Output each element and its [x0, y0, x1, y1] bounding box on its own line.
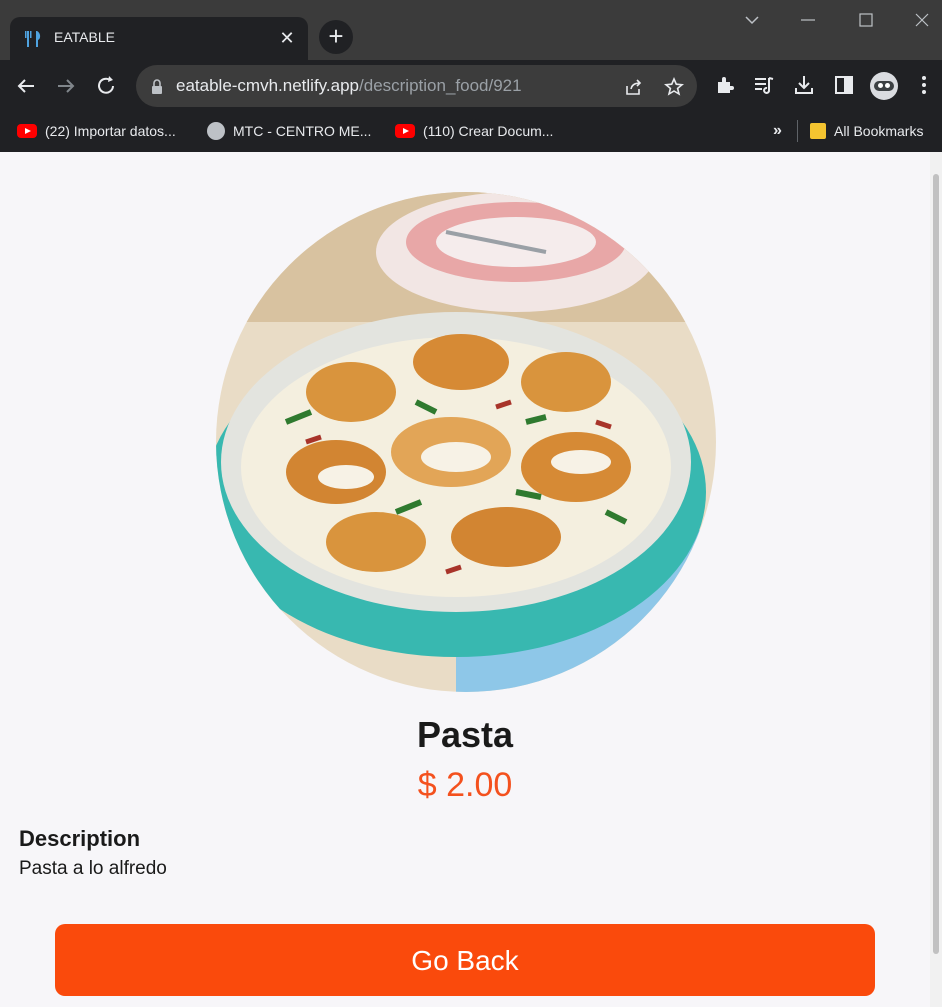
- url-path: /description_food/921: [359, 76, 522, 95]
- bookmark-label: MTC - CENTRO ME...: [233, 123, 372, 139]
- forward-arrow-icon[interactable]: [52, 72, 80, 100]
- all-bookmarks-button[interactable]: All Bookmarks: [810, 121, 923, 141]
- scrollbar[interactable]: [930, 152, 942, 1007]
- bookmarks-bar: (22) Importar datos... MTC - CENTRO ME..…: [0, 112, 942, 150]
- tab-eatable[interactable]: EATABLE ✕: [10, 17, 308, 60]
- tab-title: EATABLE: [54, 29, 115, 45]
- description-text: Pasta a lo alfredo: [19, 858, 167, 879]
- food-price: $ 2.00: [417, 766, 513, 804]
- tab-search-icon[interactable]: [738, 8, 766, 32]
- globe-icon: [207, 122, 225, 140]
- bookmark-label: (110) Crear Docum...: [423, 123, 554, 139]
- fork-knife-icon: [25, 31, 41, 47]
- bookmark-item[interactable]: (110) Crear Docum...: [395, 121, 553, 141]
- pasta-dish-illustration: [216, 192, 716, 692]
- url-host: eatable-cmvh.netlify.app: [176, 76, 360, 95]
- close-window-icon[interactable]: [908, 8, 936, 32]
- bookmarks-divider: [797, 120, 798, 142]
- share-icon[interactable]: [623, 76, 645, 98]
- new-tab-button[interactable]: +: [319, 20, 353, 54]
- back-arrow-icon[interactable]: [12, 72, 40, 100]
- profile-avatar[interactable]: [870, 72, 898, 100]
- download-icon[interactable]: [792, 73, 816, 97]
- youtube-icon: [395, 124, 415, 138]
- bookmark-item[interactable]: (22) Importar datos...: [17, 121, 176, 141]
- extensions-icon[interactable]: [713, 73, 737, 97]
- browser-chrome: EATABLE ✕ + eatable-cmvh.netlify.app/des…: [0, 0, 942, 152]
- all-bookmarks-label: All Bookmarks: [834, 123, 924, 139]
- maximize-icon[interactable]: [852, 8, 880, 32]
- food-image: [216, 192, 716, 692]
- menu-kebab-icon[interactable]: [912, 73, 936, 97]
- lock-icon[interactable]: [146, 76, 168, 98]
- youtube-icon: [17, 124, 37, 138]
- more-bookmarks-button[interactable]: »: [773, 121, 782, 141]
- bookmark-label: (22) Importar datos...: [45, 123, 176, 139]
- page-content: Pasta $ 2.00 Description Pasta a lo alfr…: [0, 152, 930, 1007]
- url-text: eatable-cmvh.netlify.app/description_foo…: [176, 76, 522, 96]
- media-playlist-icon[interactable]: [752, 73, 776, 97]
- folder-icon: [810, 123, 826, 139]
- reload-icon[interactable]: [92, 72, 120, 100]
- address-bar[interactable]: eatable-cmvh.netlify.app/description_foo…: [136, 65, 697, 107]
- food-name: Pasta: [416, 714, 514, 755]
- close-tab-icon[interactable]: ✕: [276, 27, 298, 49]
- minimize-icon[interactable]: [794, 8, 822, 32]
- side-panel-icon[interactable]: [832, 73, 856, 97]
- go-back-button[interactable]: Go Back: [55, 924, 875, 996]
- toolbar: eatable-cmvh.netlify.app/description_foo…: [0, 60, 942, 112]
- scrollbar-thumb[interactable]: [933, 174, 939, 954]
- bookmark-item[interactable]: MTC - CENTRO ME...: [207, 121, 371, 141]
- tab-strip: EATABLE ✕ +: [0, 0, 942, 60]
- description-heading: Description: [19, 826, 141, 851]
- star-icon[interactable]: [663, 76, 685, 98]
